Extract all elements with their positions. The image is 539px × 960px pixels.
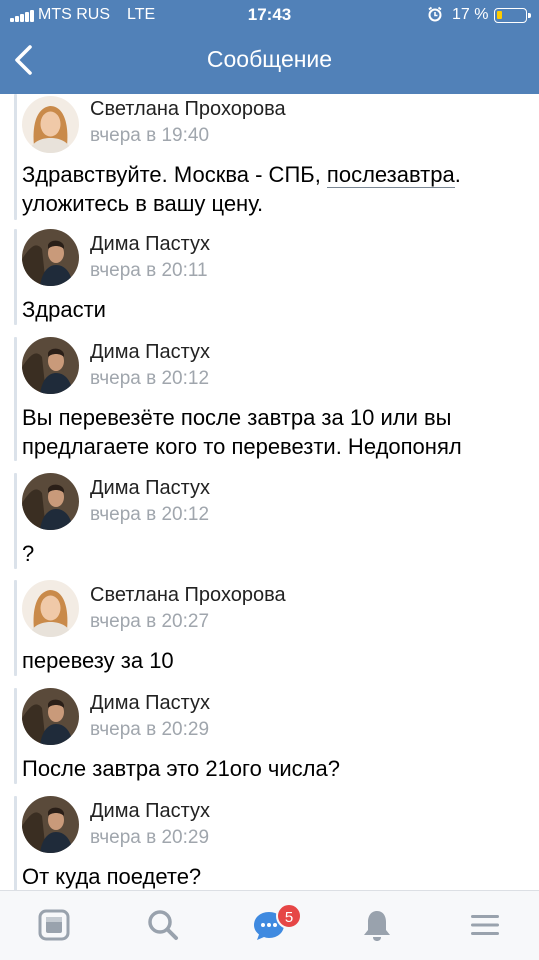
bell-icon[interactable] — [359, 907, 395, 943]
search-icon[interactable] — [145, 907, 181, 943]
message-quote-bar — [14, 94, 17, 220]
messages-badge: 5 — [276, 903, 302, 929]
message-text: Здрасти — [22, 295, 522, 324]
message-time: вчера в 20:12 — [90, 504, 210, 525]
message-text-part: . — [454, 162, 461, 187]
message-time: вчера в 20:11 — [90, 260, 208, 281]
message-text-part: От куда поедете? — [22, 864, 202, 889]
navigation-bar: Сообщение — [0, 30, 539, 94]
message-quote-bar — [14, 229, 17, 325]
message-quote-bar — [14, 337, 17, 461]
news-icon[interactable] — [36, 907, 72, 943]
message-text-part: Вы перевезёте после завтра за 10 или вы — [22, 405, 452, 430]
message-text-part: перевезу за 10 — [22, 648, 174, 673]
message-text: После завтра это 21ого числа? — [22, 754, 522, 783]
message-quote-bar — [14, 580, 17, 676]
message-time: вчера в 20:12 — [90, 368, 210, 389]
message-author[interactable]: Дима Пастух — [90, 800, 210, 823]
menu-icon[interactable] — [467, 907, 503, 943]
bottom-tab-bar — [0, 890, 539, 960]
message-text: перевезу за 10 — [22, 646, 522, 675]
alarm-icon — [428, 6, 442, 22]
message-author[interactable]: Дима Пастух — [90, 233, 210, 256]
battery-icon — [494, 8, 531, 23]
message-quote-bar — [14, 473, 17, 569]
message-author[interactable]: Дима Пастух — [90, 341, 210, 364]
avatar[interactable] — [22, 96, 79, 153]
message-text: Здравствуйте. Москва - СПБ, послезавтра.… — [22, 160, 522, 218]
message-quote-bar — [14, 796, 17, 890]
avatar[interactable] — [22, 229, 79, 286]
message-text-part: предлагаете кого то перевезти. Недопонял — [22, 434, 462, 459]
avatar[interactable] — [22, 473, 79, 530]
avatar[interactable] — [22, 688, 79, 745]
avatar[interactable] — [22, 580, 79, 637]
message-author[interactable]: Дима Пастух — [90, 692, 210, 715]
message-text: ? — [22, 539, 522, 568]
message-time: вчера в 20:29 — [90, 827, 210, 848]
message-time: вчера в 19:40 — [90, 125, 210, 146]
message-time: вчера в 20:27 — [90, 611, 210, 632]
avatar[interactable] — [22, 796, 79, 853]
message-time: вчера в 20:29 — [90, 719, 210, 740]
battery-percent: 17 % — [452, 6, 489, 23]
message-text: От куда поедете? — [22, 862, 522, 890]
avatar[interactable] — [22, 337, 79, 394]
page-title: Сообщение — [206, 46, 333, 72]
message-author[interactable]: Светлана Прохорова — [90, 98, 286, 121]
message-text-part: уложитесь в вашу цену. — [22, 191, 264, 216]
message-author[interactable]: Светлана Прохорова — [90, 584, 286, 607]
message-text-part: ? — [22, 541, 35, 566]
battery-level — [497, 11, 502, 19]
message-text-part: Здрасти — [22, 297, 106, 322]
status-bar: MTS RUS LTE 17:43 17 % — [0, 0, 539, 30]
message-feed[interactable]: Светлана Прохорова вчера в 19:40 Здравст… — [0, 94, 539, 890]
message-text-part: После завтра это 21ого числа? — [22, 756, 340, 781]
date-link[interactable]: послезавтра — [326, 162, 455, 188]
message-quote-bar — [14, 688, 17, 784]
message-author[interactable]: Дима Пастух — [90, 477, 210, 500]
top-bar: MTS RUS LTE 17:43 17 % Сообщение — [0, 0, 539, 94]
message-text-part: Здравствуйте. Москва - СПБ, — [22, 162, 327, 187]
message-text: Вы перевезёте после завтра за 10 или вы … — [22, 403, 522, 461]
